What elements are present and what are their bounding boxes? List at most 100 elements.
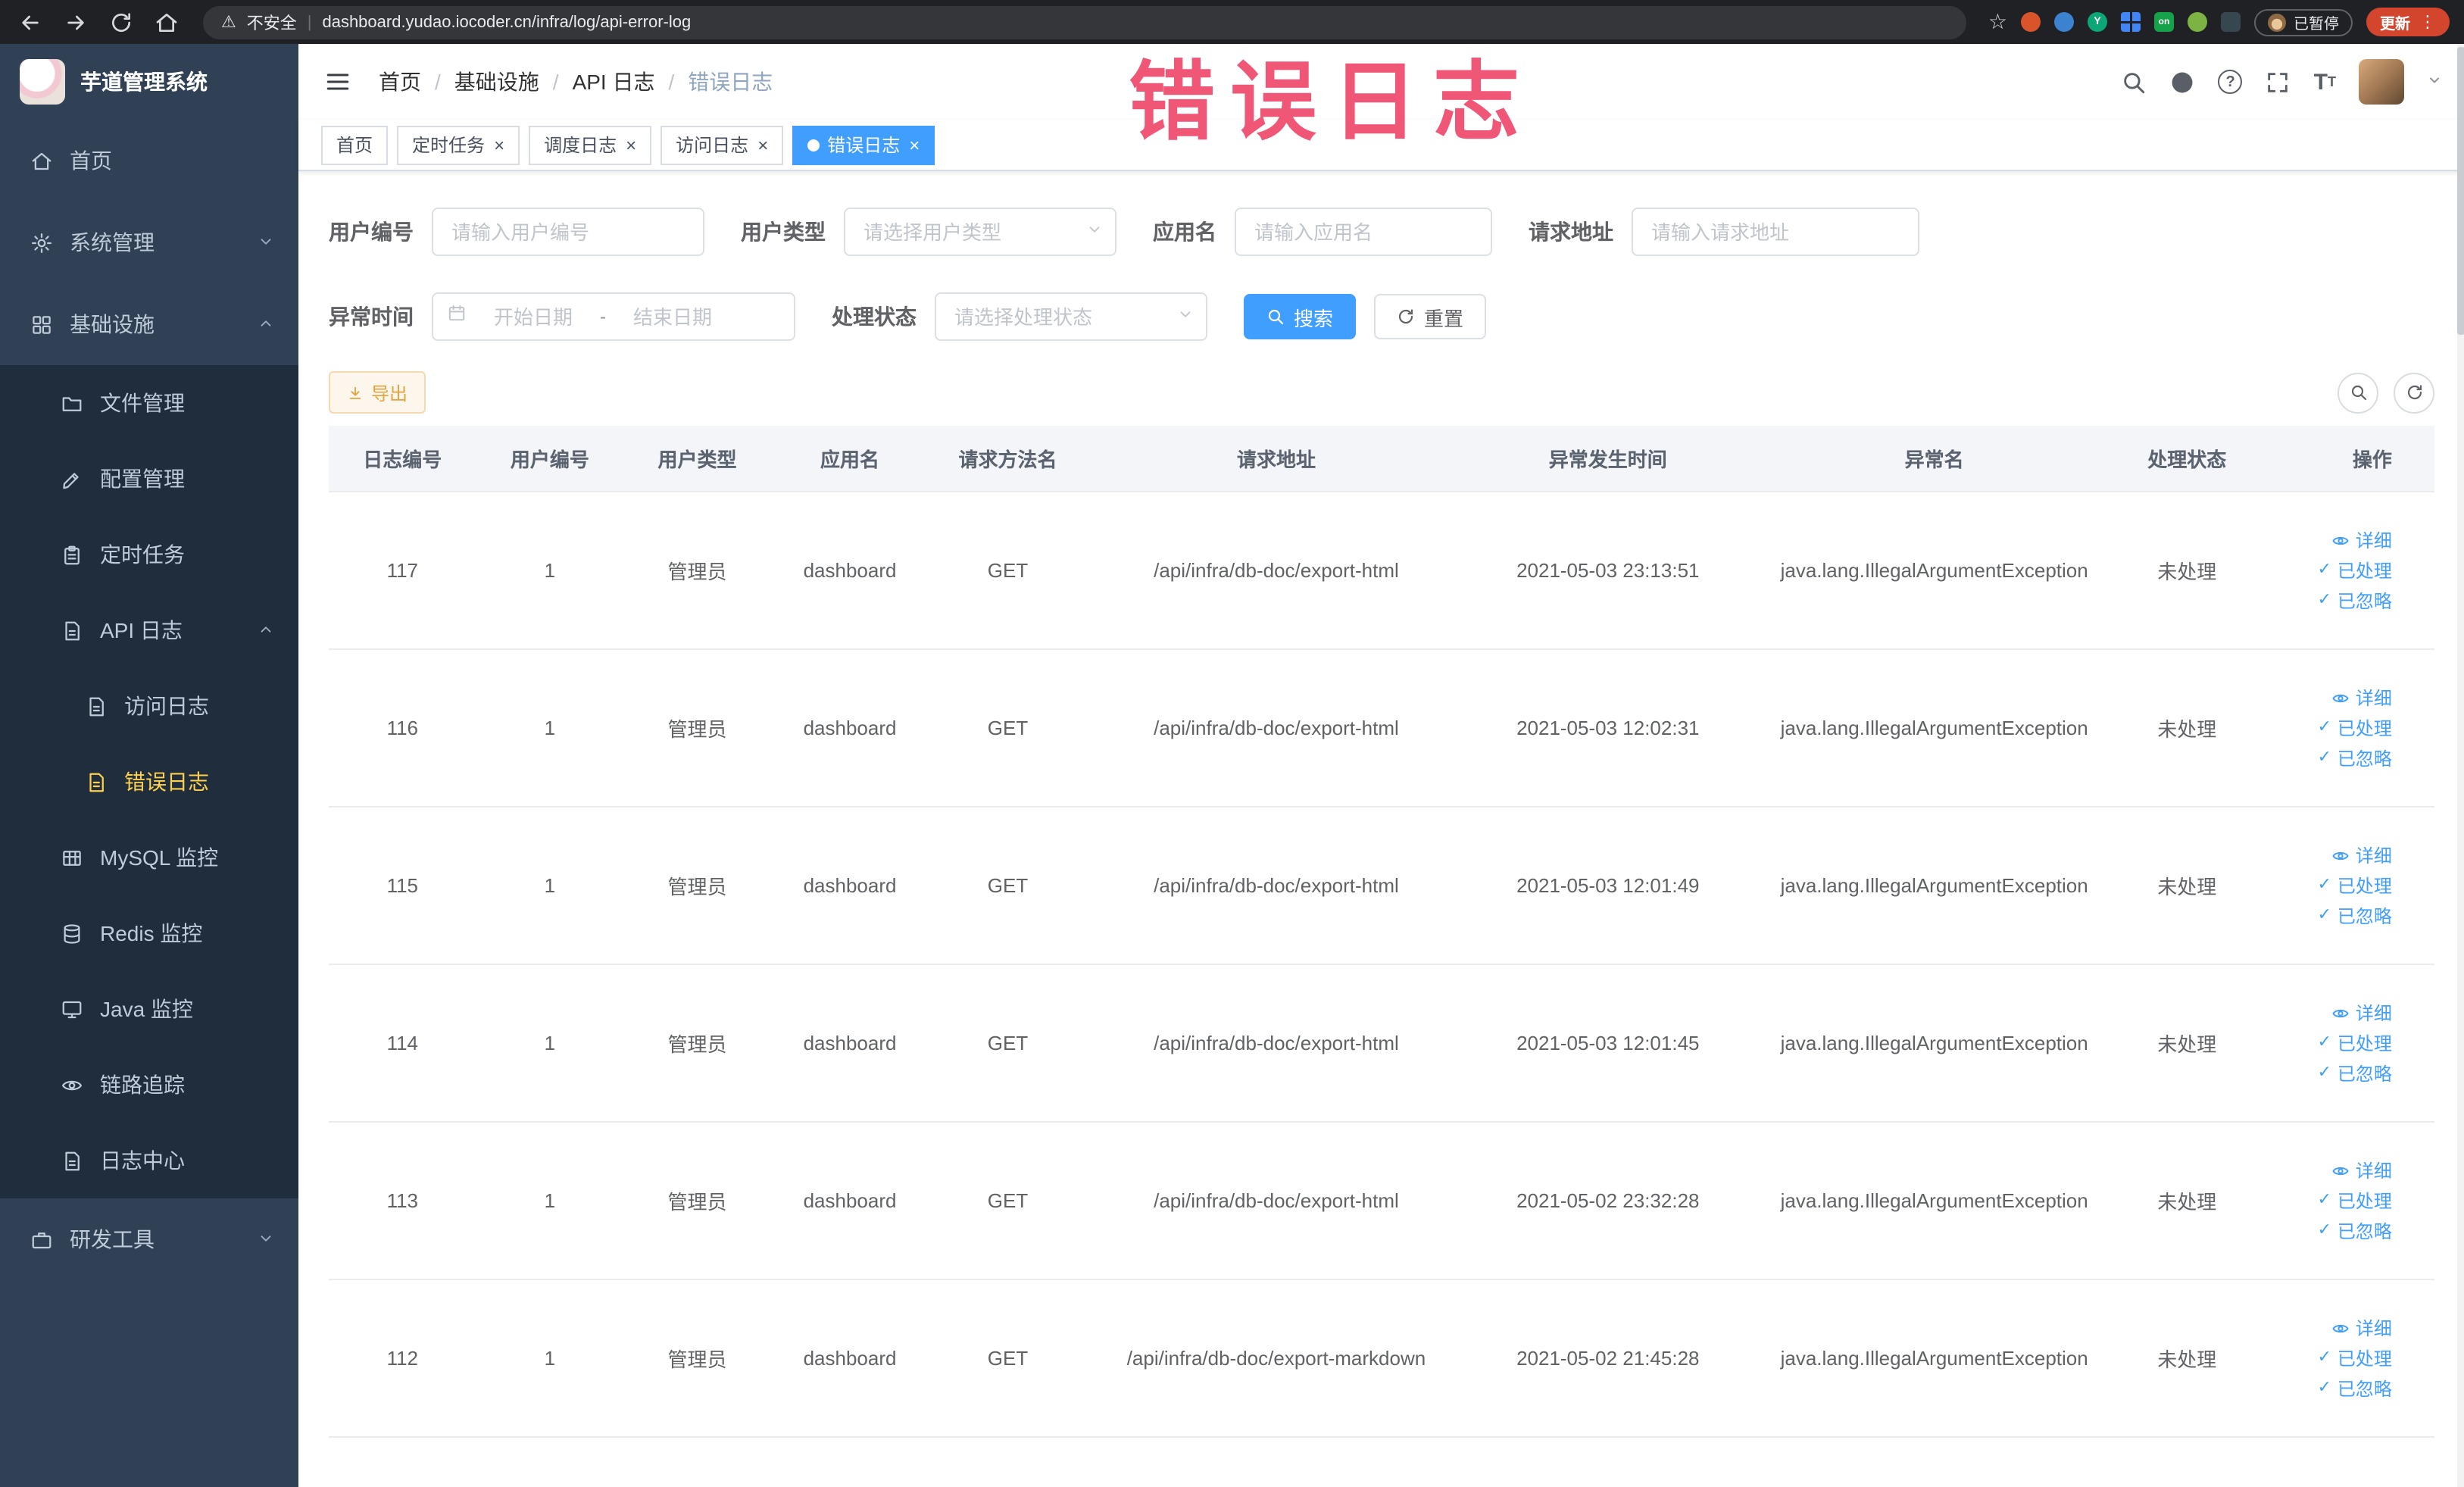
sidebar-item-log-center[interactable]: 日志中心: [0, 1123, 298, 1198]
page-scrollbar[interactable]: [2457, 44, 2464, 1487]
avatar[interactable]: [2359, 59, 2404, 105]
close-icon[interactable]: ×: [626, 136, 636, 154]
mark-ignored-link[interactable]: ✓ 已忽略: [2317, 1376, 2391, 1401]
browser-back-button[interactable]: [15, 7, 45, 37]
cell-actions: 详细 ✓ 已处理 ✓ 已忽略: [2256, 1000, 2434, 1086]
sidebar-item-api-log[interactable]: API 日志: [0, 592, 298, 668]
mark-processed-link[interactable]: ✓ 已处理: [2317, 1188, 2391, 1214]
scrollbar-thumb[interactable]: [2457, 47, 2464, 335]
breadcrumb-api-log[interactable]: API 日志: [573, 67, 655, 97]
detail-link[interactable]: 详细: [2331, 1000, 2392, 1026]
request-url-input[interactable]: [1632, 208, 1919, 256]
table-body: 117 1 管理员 dashboard GET /api/infra/db-do…: [329, 492, 2434, 1438]
browser-refresh-button[interactable]: [106, 7, 136, 37]
detail-link[interactable]: 详细: [2331, 1315, 2392, 1341]
help-icon[interactable]: ?: [2218, 70, 2243, 94]
sidebar-item-config[interactable]: 配置管理: [0, 441, 298, 517]
cell-status: 未处理: [2157, 1033, 2217, 1056]
table-row: 113 1 管理员 dashboard GET /api/infra/db-do…: [329, 1123, 2434, 1280]
extension-icon-1[interactable]: [2021, 12, 2041, 32]
tab-label: 调度日志: [544, 135, 617, 156]
mark-processed-link[interactable]: ✓ 已处理: [2317, 715, 2391, 741]
hamburger-icon[interactable]: [321, 65, 354, 98]
browser-forward-button[interactable]: [61, 7, 91, 37]
sidebar-item-system[interactable]: 系统管理: [0, 201, 298, 283]
search-icon[interactable]: [2122, 69, 2147, 95]
mark-ignored-link[interactable]: ✓ 已忽略: [2317, 1218, 2391, 1244]
tab-job[interactable]: 定时任务 ×: [397, 125, 520, 164]
date-range-picker[interactable]: -: [432, 292, 795, 341]
toggle-search-button[interactable]: [2338, 372, 2378, 413]
sidebar-item-devtools[interactable]: 研发工具: [0, 1198, 298, 1280]
breadcrumb-infra[interactable]: 基础设施: [454, 67, 539, 97]
extension-icon-2[interactable]: [2054, 12, 2074, 32]
tab-job-log[interactable]: 调度日志 ×: [529, 125, 652, 164]
mark-ignored-link[interactable]: ✓ 已忽略: [2317, 588, 2391, 614]
close-icon[interactable]: ×: [909, 136, 920, 154]
export-button[interactable]: 导出: [329, 371, 426, 414]
end-date-input[interactable]: [614, 305, 732, 328]
extension-icon-3[interactable]: Y: [2088, 12, 2107, 32]
detail-link[interactable]: 详细: [2331, 842, 2392, 868]
sidebar-item-file[interactable]: 文件管理: [0, 365, 298, 441]
fullscreen-icon[interactable]: [2266, 69, 2291, 95]
detail-link[interactable]: 详细: [2331, 1157, 2392, 1183]
process-status-select[interactable]: [935, 292, 1207, 341]
cell-user-type: 管理员: [667, 1191, 727, 1214]
ignored-label: 已忽略: [2337, 906, 2392, 927]
sidebar-label: 日志中心: [100, 1148, 185, 1173]
extension-icon-7[interactable]: [2221, 12, 2241, 32]
mark-processed-link[interactable]: ✓ 已处理: [2317, 873, 2391, 898]
app-name-input[interactable]: [1235, 208, 1492, 256]
browser-update-button[interactable]: 更新 ⋮: [2366, 8, 2450, 36]
mark-processed-link[interactable]: ✓ 已处理: [2317, 1030, 2391, 1056]
filter-user-type: 用户类型: [741, 208, 1116, 256]
mark-ignored-link[interactable]: ✓ 已忽略: [2317, 745, 2391, 771]
cell-exception-name: java.lang.IllegalArgumentException: [1780, 1347, 2088, 1370]
github-icon[interactable]: [2170, 69, 2196, 95]
breadcrumb-home[interactable]: 首页: [379, 67, 421, 97]
sidebar-item-redis[interactable]: Redis 监控: [0, 895, 298, 971]
search-button[interactable]: 搜索: [1244, 294, 1357, 339]
sidebar-item-java[interactable]: Java 监控: [0, 971, 298, 1047]
extension-icon-6[interactable]: [2188, 12, 2207, 32]
font-size-icon[interactable]: TT: [2314, 70, 2336, 93]
extension-icon-5[interactable]: on: [2154, 12, 2174, 32]
reset-button[interactable]: 重置: [1374, 294, 1487, 339]
close-icon[interactable]: ×: [494, 136, 504, 154]
mark-ignored-link[interactable]: ✓ 已忽略: [2317, 1061, 2391, 1086]
eye-icon: [2331, 1004, 2350, 1022]
tab-access-log[interactable]: 访问日志 ×: [661, 125, 784, 164]
close-icon[interactable]: ×: [757, 136, 768, 154]
browser-menu-dots-icon[interactable]: ⋮: [2419, 12, 2436, 32]
bookmark-star-icon[interactable]: ☆: [1988, 9, 2007, 35]
sidebar-item-error-log[interactable]: 错误日志: [0, 744, 298, 820]
detail-label: 详细: [2355, 1161, 2392, 1182]
paused-badge[interactable]: 已暂停: [2254, 8, 2353, 36]
filter-label: 请求地址: [1529, 220, 1613, 244]
cell-request-url: /api/infra/db-doc/export-html: [1154, 559, 1399, 582]
refresh-table-button[interactable]: [2394, 372, 2434, 413]
mark-ignored-link[interactable]: ✓ 已忽略: [2317, 903, 2391, 929]
address-bar[interactable]: ⚠ 不安全 | dashboard.yudao.iocoder.cn/infra…: [203, 5, 1967, 39]
user-id-input[interactable]: [432, 208, 704, 256]
app-logo[interactable]: 芋道管理系统: [0, 44, 298, 120]
sidebar-item-infra[interactable]: 基础设施: [0, 283, 298, 365]
security-label[interactable]: 不安全: [247, 10, 297, 34]
sidebar-item-mysql[interactable]: MySQL 监控: [0, 820, 298, 895]
sidebar-item-access-log[interactable]: 访问日志: [0, 668, 298, 744]
detail-link[interactable]: 详细: [2331, 685, 2392, 711]
extension-icon-4[interactable]: [2121, 12, 2141, 32]
mark-processed-link[interactable]: ✓ 已处理: [2317, 1345, 2391, 1371]
detail-link[interactable]: 详细: [2331, 527, 2392, 553]
mark-processed-link[interactable]: ✓ 已处理: [2317, 558, 2391, 583]
user-type-select[interactable]: [844, 208, 1116, 256]
sidebar-item-trace[interactable]: 链路追踪: [0, 1047, 298, 1123]
sidebar-item-home[interactable]: 首页: [0, 120, 298, 201]
tab-home[interactable]: 首页: [321, 125, 389, 164]
start-date-input[interactable]: [474, 305, 592, 328]
sidebar-item-job[interactable]: 定时任务: [0, 517, 298, 592]
browser-home-button[interactable]: [151, 7, 182, 37]
avatar-caret-icon[interactable]: [2427, 68, 2442, 95]
tab-error-log[interactable]: 错误日志 ×: [792, 125, 935, 164]
